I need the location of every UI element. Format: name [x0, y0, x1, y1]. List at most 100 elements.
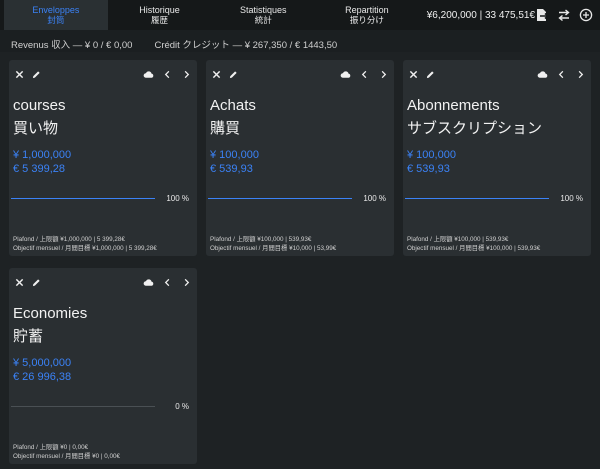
amount-jpy: ¥ 5,000,000 [13, 357, 72, 369]
close-icon [212, 70, 220, 78]
tab-sublabel: 統計 [254, 15, 272, 25]
envelope-card: Abonnements サブスクリプション ¥ 100,000 € 539,93… [403, 60, 591, 256]
credit-summary: Crédit クレジット — ¥ 267,350 / € 1443,50 [154, 40, 338, 51]
export-button[interactable] [535, 8, 550, 22]
envelope-name: Achats [210, 97, 256, 114]
chevron-right-icon [381, 70, 386, 78]
cloud-icon [143, 70, 153, 78]
tab-enveloppes[interactable]: Enveloppes 封筒 [4, 0, 108, 30]
pencil-icon [32, 278, 40, 286]
edit-button[interactable] [227, 68, 239, 80]
objectif-info: Objectif mensuel / 月間目標 ¥100,000 | 539,9… [407, 245, 541, 252]
amount-eur: € 539,93 [407, 163, 450, 175]
chevron-left-icon [164, 278, 169, 286]
amount-jpy: ¥ 1,000,000 [13, 149, 72, 161]
envelope-name: courses [13, 97, 66, 114]
progress-bar [11, 198, 155, 199]
cloud-icon [143, 278, 153, 286]
chevron-left-icon [558, 70, 563, 78]
plafond-info: Plafond / 上限額 ¥100,000 | 539,93€ [210, 236, 312, 243]
chevron-left-icon [361, 70, 366, 78]
revenue-summary: Revenus 収入 — ¥ 0 / € 0,00 [11, 40, 133, 51]
progress-label: 0 % [175, 402, 189, 411]
tab-label: Repartition [345, 5, 389, 15]
tab-label: Enveloppes [32, 5, 80, 15]
transfer-button[interactable] [557, 8, 571, 22]
delete-button[interactable] [13, 68, 25, 80]
plafond-info: Plafond / 上限額 ¥0 | 0,00€ [13, 444, 89, 451]
top-nav: Enveloppes 封筒 Historique 履歴 Statistiques… [0, 0, 600, 30]
envelope-name-jp: 貯蓄 [13, 328, 44, 345]
delete-button[interactable] [13, 276, 25, 288]
plafond-info: Plafond / 上限額 ¥1,000,000 | 5 399,28€ [13, 236, 125, 243]
envelope-card: Achats 購買 ¥ 100,000 € 539,93 100 % Plafo… [206, 60, 394, 256]
sync-button[interactable] [142, 68, 154, 80]
chevron-right-icon [184, 278, 189, 286]
sync-button[interactable] [339, 68, 351, 80]
envelope-card: Economies 貯蓄 ¥ 5,000,000 € 26 996,38 0 %… [9, 268, 197, 464]
amount-jpy: ¥ 100,000 [210, 149, 259, 161]
tab-repartition[interactable]: Repartition 振り分け [315, 0, 419, 30]
move-right-button[interactable] [180, 68, 192, 80]
chevron-left-icon [164, 70, 169, 78]
move-right-button[interactable] [180, 276, 192, 288]
pencil-icon [229, 70, 237, 78]
tab-label: Historique [139, 5, 180, 15]
close-icon [409, 70, 417, 78]
chevron-right-icon [578, 70, 583, 78]
objectif-info: Objectif mensuel / 月間目標 ¥0 | 0,00€ [13, 453, 120, 460]
pencil-icon [32, 70, 40, 78]
chevron-right-icon [184, 70, 189, 78]
tab-historique[interactable]: Historique 履歴 [108, 0, 212, 30]
delete-button[interactable] [210, 68, 222, 80]
delete-button[interactable] [407, 68, 419, 80]
progress-label: 100 % [560, 194, 583, 203]
move-left-button[interactable] [161, 276, 173, 288]
total-balance: ¥6,200,000 | 33 475,51€ [426, 9, 536, 21]
transfer-icon [558, 9, 570, 22]
tab-statistiques[interactable]: Statistiques 統計 [211, 0, 315, 30]
edit-button[interactable] [30, 68, 42, 80]
edit-button[interactable] [30, 276, 42, 288]
close-icon [15, 70, 23, 78]
add-circle-icon [579, 8, 593, 22]
pencil-icon [426, 70, 434, 78]
amount-eur: € 26 996,38 [13, 371, 72, 383]
tab-sublabel: 履歴 [151, 15, 169, 25]
toolbar-actions [535, 0, 600, 30]
envelope-name: Abonnements [407, 97, 500, 114]
amount-eur: € 5 399,28 [13, 163, 65, 175]
close-icon [15, 278, 23, 286]
move-left-button[interactable] [161, 68, 173, 80]
objectif-info: Objectif mensuel / 月間目標 ¥1,000,000 | 5 3… [13, 245, 157, 252]
progress-label: 100 % [363, 194, 386, 203]
tab-sublabel: 封筒 [47, 15, 65, 25]
edit-button[interactable] [424, 68, 436, 80]
objectif-info: Objectif mensuel / 月間目標 ¥10,000 | 53,99€ [210, 245, 337, 252]
sync-button[interactable] [142, 276, 154, 288]
progress-bar [11, 406, 155, 407]
summary: Revenus 収入 — ¥ 0 / € 0,00 Crédit クレジット — … [11, 37, 337, 51]
amount-eur: € 539,93 [210, 163, 253, 175]
cloud-icon [537, 70, 547, 78]
add-envelope-button[interactable] [579, 8, 593, 22]
move-left-button[interactable] [555, 68, 567, 80]
move-left-button[interactable] [358, 68, 370, 80]
tab-label: Statistiques [239, 5, 287, 15]
envelope-card: courses 買い物 ¥ 1,000,000 € 5 399,28 100 %… [9, 60, 197, 256]
sync-button[interactable] [536, 68, 548, 80]
tab-sublabel: 振り分け [349, 15, 384, 25]
envelope-name-jp: サブスクリプション [407, 120, 543, 137]
envelope-name-jp: 買い物 [13, 120, 59, 137]
export-icon [537, 9, 550, 21]
move-right-button[interactable] [574, 68, 586, 80]
progress-bar [405, 198, 549, 199]
progress-label: 100 % [166, 194, 189, 203]
amount-jpy: ¥ 100,000 [407, 149, 456, 161]
cloud-icon [340, 70, 350, 78]
envelope-name-jp: 購買 [210, 120, 241, 137]
progress-bar [208, 198, 352, 199]
plafond-info: Plafond / 上限額 ¥100,000 | 539,93€ [407, 236, 509, 243]
move-right-button[interactable] [377, 68, 389, 80]
envelope-name: Economies [13, 305, 88, 322]
